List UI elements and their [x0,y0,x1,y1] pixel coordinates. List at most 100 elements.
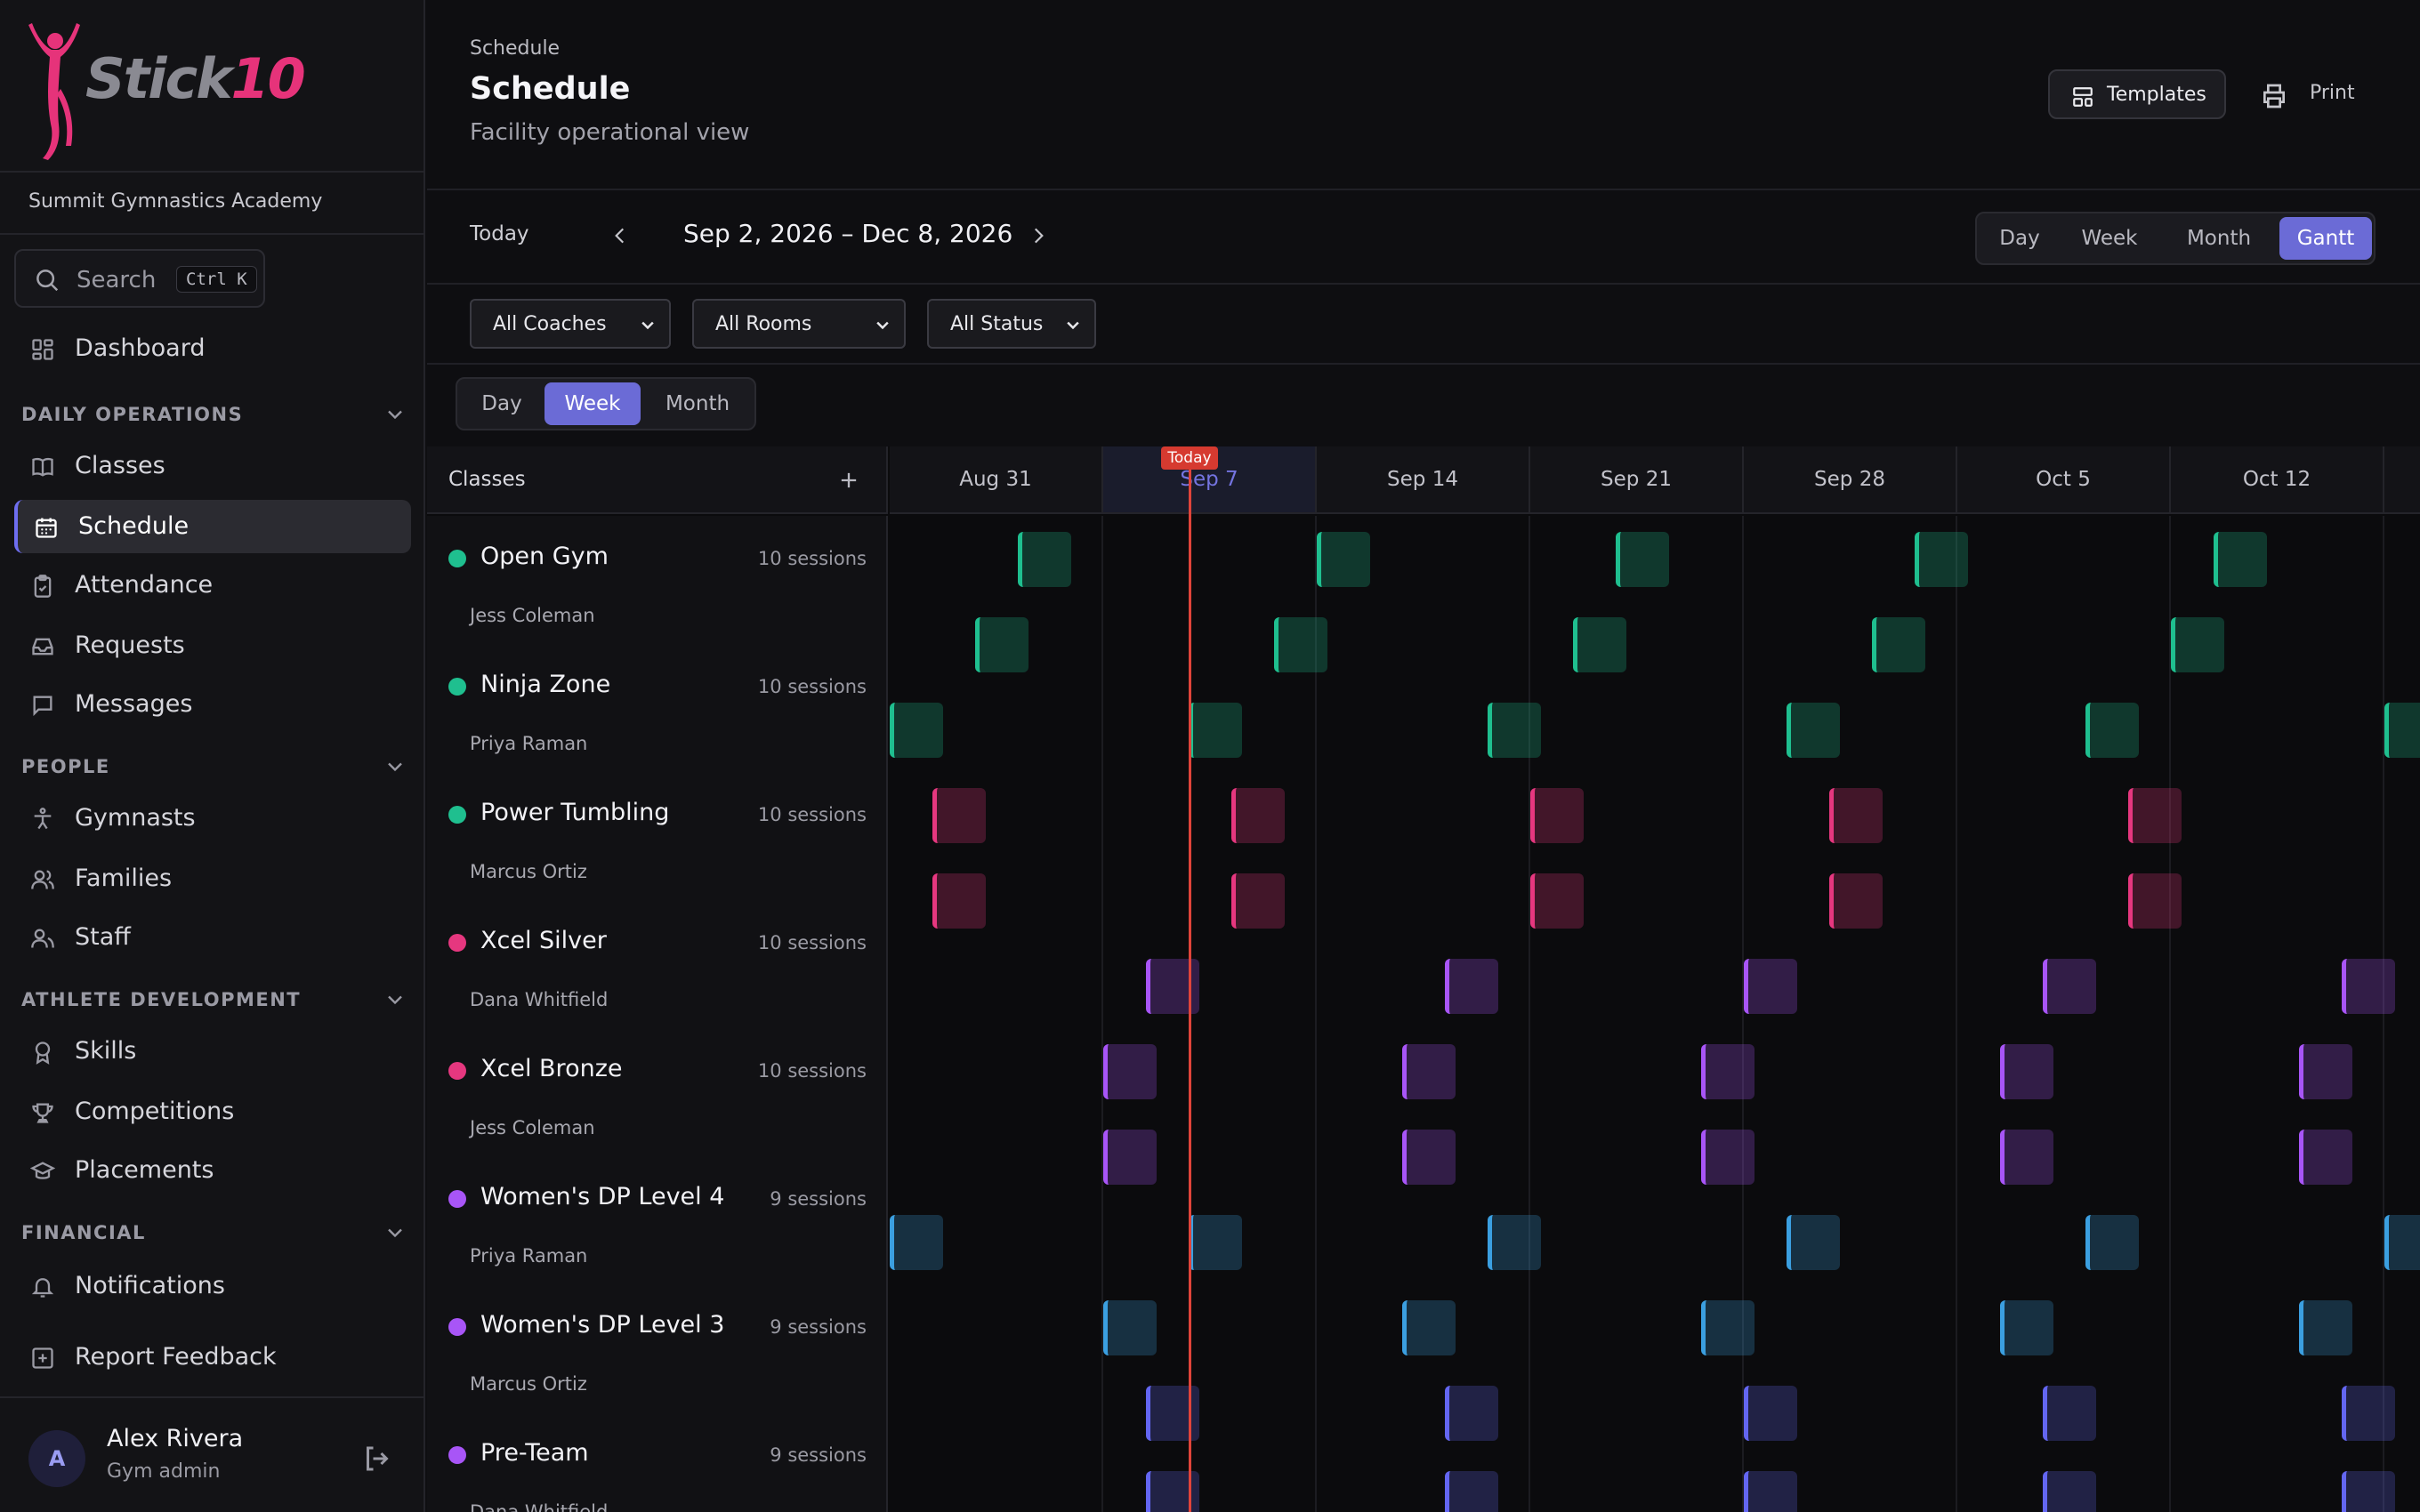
session-bar[interactable] [2000,1300,2053,1355]
section-athlete-development[interactable]: ATHLETE DEVELOPMENT [21,989,402,1010]
session-bar[interactable] [2342,1471,2395,1512]
today-button[interactable]: Today [470,222,529,245]
session-bar[interactable] [1744,1386,1797,1441]
nav-schedule[interactable]: Schedule [14,500,411,553]
session-bar[interactable] [1829,873,1883,929]
session-bar[interactable] [1146,1386,1199,1441]
session-bar[interactable] [1103,1130,1157,1185]
session-bar[interactable] [2043,959,2096,1014]
session-bar[interactable] [2299,1044,2352,1099]
session-bar[interactable] [975,617,1028,672]
session-bar[interactable] [1530,788,1584,843]
nav-dashboard[interactable]: Dashboard [14,322,411,375]
session-bar[interactable] [890,703,943,758]
templates-button[interactable]: Templates [2048,69,2226,119]
session-bar[interactable] [932,873,986,929]
section-people[interactable]: PEOPLE [21,756,402,777]
session-bar[interactable] [1231,788,1285,843]
session-bar[interactable] [1231,873,1285,929]
session-bar[interactable] [2000,1044,2053,1099]
session-bar[interactable] [1744,959,1797,1014]
nav-classes[interactable]: Classes [14,439,411,493]
nav-skills[interactable]: Skills [14,1025,411,1078]
nav-competitions[interactable]: Competitions [14,1085,411,1138]
session-bar[interactable] [1402,1044,1456,1099]
zoom-day[interactable]: Day [464,382,539,425]
class-row[interactable]: Xcel Bronze 10 sessions Jess Coleman [427,1028,888,1156]
session-bar[interactable] [1317,532,1370,587]
class-row[interactable]: Women's DP Level 3 9 sessions Marcus Ortiz [427,1284,888,1412]
session-bar[interactable] [1146,1471,1199,1512]
zoom-week[interactable]: Week [544,382,641,425]
session-bar[interactable] [2342,959,2395,1014]
plus-icon[interactable] [836,468,861,493]
session-bar[interactable] [1274,617,1327,672]
chevron-right-icon[interactable] [1027,222,1050,249]
session-bar[interactable] [2384,703,2420,758]
view-week[interactable]: Week [2069,217,2150,260]
session-bar[interactable] [2128,873,2182,929]
nav-messages[interactable]: Messages [14,678,411,731]
session-bar[interactable] [2085,1215,2139,1270]
session-bar[interactable] [2214,532,2267,587]
coach-filter[interactable]: All Coaches [470,299,671,349]
class-row[interactable]: Ninja Zone 10 sessions Priya Raman [427,644,888,772]
session-bar[interactable] [2171,617,2224,672]
class-row[interactable]: Open Gym 10 sessions Jess Coleman [427,516,888,644]
session-bar[interactable] [1573,617,1626,672]
view-month[interactable]: Month [2166,217,2272,260]
breadcrumb[interactable]: Schedule [470,37,560,60]
search-button[interactable]: Search Ctrl K [14,249,265,308]
brand-logo[interactable]: Stick10 [0,0,425,173]
zoom-month[interactable]: Month [648,382,747,425]
session-bar[interactable] [1402,1300,1456,1355]
chevron-left-icon[interactable] [609,222,632,249]
nav-gymnasts[interactable]: Gymnasts [14,792,411,845]
session-bar[interactable] [2384,1215,2420,1270]
session-bar[interactable] [1488,1215,1541,1270]
class-row[interactable]: Power Tumbling 10 sessions Marcus Ortiz [427,772,888,900]
session-bar[interactable] [1103,1044,1157,1099]
session-bar[interactable] [2128,788,2182,843]
session-bar[interactable] [1616,532,1669,587]
session-bar[interactable] [2000,1130,2053,1185]
nav-requests[interactable]: Requests [14,619,411,672]
session-bar[interactable] [2299,1300,2352,1355]
session-bar[interactable] [1829,788,1883,843]
session-bar[interactable] [2043,1471,2096,1512]
class-row[interactable]: Women's DP Level 4 9 sessions Priya Raman [427,1156,888,1284]
session-bar[interactable] [932,788,986,843]
session-bar[interactable] [1146,959,1199,1014]
session-bar[interactable] [1445,1386,1498,1441]
session-bar[interactable] [1915,532,1968,587]
session-bar[interactable] [1787,1215,1840,1270]
session-bar[interactable] [1701,1044,1754,1099]
section-daily-operations[interactable]: DAILY OPERATIONS [21,404,402,425]
session-bar[interactable] [1402,1130,1456,1185]
view-gantt[interactable]: Gantt [2279,217,2372,260]
room-filter[interactable]: All Rooms [692,299,906,349]
avatar[interactable]: A [28,1430,85,1487]
logout-icon[interactable] [361,1443,393,1475]
nav-attendance[interactable]: Attendance [14,559,411,612]
status-filter[interactable]: All Status [927,299,1096,349]
session-bar[interactable] [890,1215,943,1270]
print-button[interactable]: Print [2260,69,2384,119]
class-row[interactable]: Xcel Silver 10 sessions Dana Whitfield [427,900,888,1028]
session-bar[interactable] [1189,1215,1242,1270]
view-day[interactable]: Day [1984,217,2055,260]
session-bar[interactable] [1189,703,1242,758]
nav-notifications[interactable]: Notifications [14,1259,411,1313]
session-bar[interactable] [2342,1386,2395,1441]
nav-report-feedback[interactable]: Report Feedback [14,1331,411,1384]
session-bar[interactable] [1445,959,1498,1014]
nav-placements[interactable]: Placements [14,1144,411,1197]
session-bar[interactable] [1701,1130,1754,1185]
session-bar[interactable] [1872,617,1925,672]
session-bar[interactable] [1103,1300,1157,1355]
session-bar[interactable] [1787,703,1840,758]
session-bar[interactable] [2085,703,2139,758]
session-bar[interactable] [1744,1471,1797,1512]
nav-staff[interactable]: Staff [14,911,411,964]
session-bar[interactable] [1530,873,1584,929]
